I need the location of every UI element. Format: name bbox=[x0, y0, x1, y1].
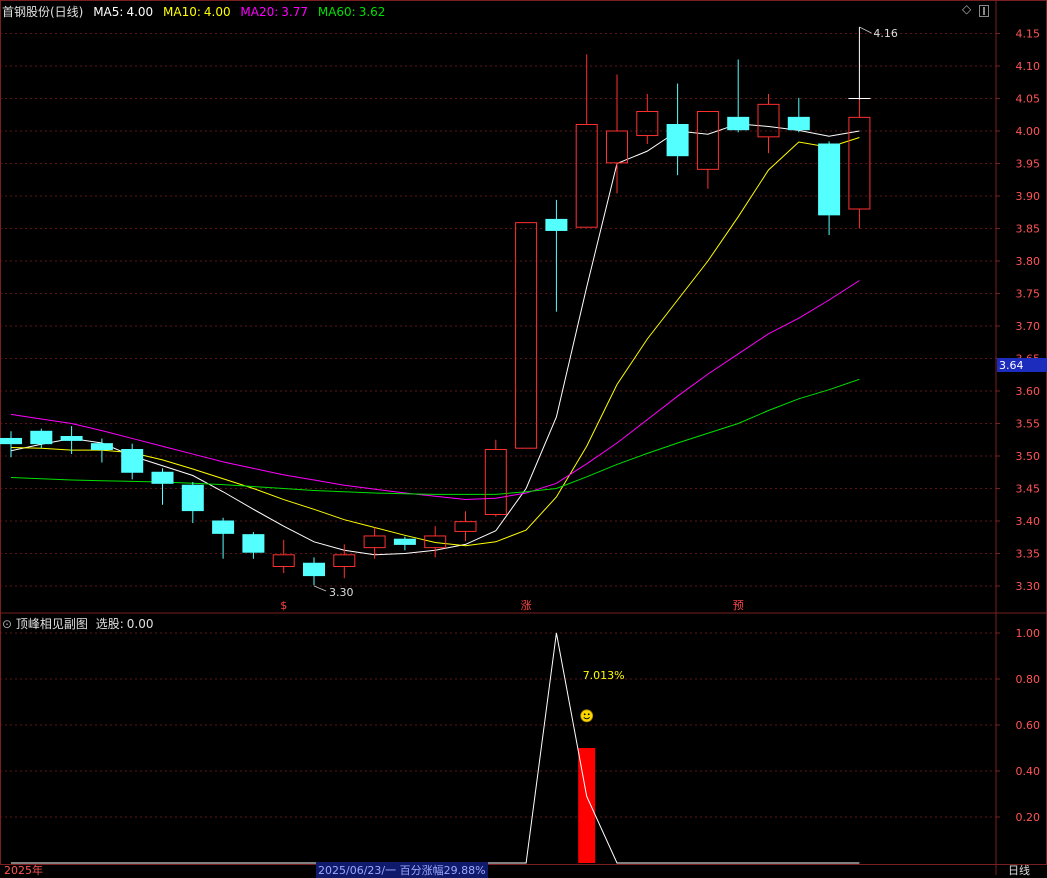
candle-body bbox=[515, 222, 538, 449]
candle-body bbox=[181, 484, 204, 512]
percent-annotation: 7.013% bbox=[583, 669, 625, 682]
chart-frame bbox=[0, 0, 1047, 865]
smiley-icon bbox=[580, 709, 594, 723]
candle-body bbox=[60, 436, 83, 441]
candle-body bbox=[393, 538, 416, 545]
smiley-eye bbox=[587, 713, 590, 716]
main-grid bbox=[0, 0, 1047, 875]
sub-y-axis: 1.00 0.80 0.60 0.40 0.20 bbox=[996, 627, 1040, 824]
candle-body bbox=[30, 430, 53, 445]
stock-title: 首钢股份(日线) bbox=[2, 5, 84, 19]
ma5-value: 4.00 bbox=[126, 5, 154, 19]
y-tick-label: 3.75 bbox=[1016, 288, 1041, 301]
candle-body bbox=[90, 443, 113, 450]
sub-header: ⊙ 顶峰相见副图 选股: 0.00 bbox=[2, 615, 154, 632]
footer-date-info: 2025/06/23/一 百分涨幅29.88% bbox=[316, 862, 488, 878]
candle-body bbox=[666, 124, 689, 157]
y-tick-label: 3.70 bbox=[1016, 320, 1041, 333]
candle-body bbox=[0, 437, 22, 445]
candle-body bbox=[636, 111, 659, 137]
y-tick-label: 3.50 bbox=[1016, 450, 1041, 463]
low-pointer bbox=[313, 585, 327, 592]
high-pointer bbox=[859, 26, 872, 34]
kline-chart-area[interactable]: 4.15 4.10 4.05 4.00 3.95 3.90 3.85 3.80 3.75 3.70… bbox=[0, 0, 1047, 875]
candle-body bbox=[727, 116, 750, 131]
candle-body bbox=[696, 111, 719, 170]
candle-body bbox=[424, 535, 447, 549]
y-tick-label: 4.00 bbox=[1016, 125, 1041, 138]
signal-marker: $ bbox=[280, 599, 287, 612]
candle-body bbox=[151, 471, 174, 484]
candle-body bbox=[757, 103, 780, 138]
sub-y-tick-label: 0.40 bbox=[1016, 765, 1041, 778]
main-header: 首钢股份(日线) MA5: 4.00 MA10: 4.00 MA20: 3.77 MA… bbox=[2, 3, 385, 20]
y-tick-label: 4.15 bbox=[1016, 28, 1041, 41]
y-tick-label: 3.45 bbox=[1016, 483, 1041, 496]
ma10-value: 4.00 bbox=[203, 5, 231, 19]
y-tick-label: 3.80 bbox=[1016, 255, 1041, 268]
y-tick-label: 3.95 bbox=[1016, 158, 1041, 171]
candle-body bbox=[333, 554, 356, 567]
ma-line-ma5 bbox=[10, 123, 860, 556]
candle-body bbox=[454, 521, 477, 532]
ma-line-ma10 bbox=[10, 137, 860, 547]
footer-year: 2025年 bbox=[4, 864, 43, 877]
y-tick-label: 3.30 bbox=[1016, 580, 1041, 593]
candle-body bbox=[484, 449, 507, 515]
y-tick-label: 3.90 bbox=[1016, 190, 1041, 203]
y-tick-label: 3.40 bbox=[1016, 515, 1041, 528]
sub-grid bbox=[0, 632, 996, 818]
y-tick-label: 3.60 bbox=[1016, 385, 1041, 398]
y-tick-label: 4.10 bbox=[1016, 60, 1041, 73]
diamond-icon[interactable]: ◇ bbox=[962, 2, 971, 16]
candle-body bbox=[212, 520, 235, 534]
sub-y-tick-label: 0.80 bbox=[1016, 673, 1041, 686]
sub-y-tick-label: 1.00 bbox=[1016, 627, 1041, 640]
high-label: 4.16 bbox=[873, 27, 898, 40]
candle-body bbox=[575, 124, 598, 228]
xg-label: 选股: bbox=[95, 617, 124, 631]
y-tick-label: 4.05 bbox=[1016, 93, 1041, 106]
candle-body bbox=[818, 143, 841, 216]
price-annotations: 4.16 3.30 $ 涨 预 bbox=[280, 26, 898, 612]
sub-chart-title: 顶峰相见副图 bbox=[15, 617, 88, 631]
signal-marker: 预 bbox=[733, 599, 744, 612]
ma10-label: MA10: bbox=[163, 5, 201, 19]
y-tick-label: 3.85 bbox=[1016, 223, 1041, 236]
candle-body bbox=[303, 562, 325, 577]
moving-average-lines bbox=[10, 123, 860, 556]
ma60-value: 3.62 bbox=[358, 5, 386, 19]
ma20-value: 3.77 bbox=[281, 5, 309, 19]
signal-marker: 涨 bbox=[521, 599, 532, 612]
sub-chart-gear-icon[interactable]: ⊙ bbox=[2, 617, 12, 631]
xg-value: 0.00 bbox=[126, 617, 154, 631]
candle-body bbox=[121, 449, 144, 473]
ma5-label: MA5: bbox=[93, 5, 124, 19]
candle-body bbox=[545, 218, 568, 231]
low-label: 3.30 bbox=[329, 586, 354, 599]
candle-body bbox=[606, 130, 628, 164]
ma-line-ma60 bbox=[10, 378, 860, 495]
sub-y-tick-label: 0.20 bbox=[1016, 811, 1041, 824]
sub-y-tick-label: 0.60 bbox=[1016, 719, 1041, 732]
candle-body bbox=[272, 554, 295, 567]
candle-body bbox=[363, 535, 386, 549]
indicator-line bbox=[11, 632, 860, 864]
smiley-eye bbox=[583, 713, 586, 716]
y-tick-label: 3.55 bbox=[1016, 418, 1041, 431]
last-price-label: 3.64 bbox=[999, 359, 1024, 372]
indicator-series: 7.013% bbox=[11, 632, 860, 864]
y-tick-label: 3.35 bbox=[1016, 548, 1041, 561]
candle-body bbox=[242, 534, 265, 553]
main-y-axis: 4.15 4.10 4.05 4.00 3.95 3.90 3.85 3.80 3.75 3.70… bbox=[996, 28, 1047, 593]
panel-toggle-icon[interactable] bbox=[979, 5, 989, 17]
candlesticks bbox=[0, 54, 871, 586]
candle-body bbox=[787, 116, 810, 131]
footer-period: 日线 bbox=[1008, 864, 1030, 877]
ma60-label: MA60: bbox=[317, 5, 356, 19]
ma20-label: MA20: bbox=[240, 5, 279, 19]
